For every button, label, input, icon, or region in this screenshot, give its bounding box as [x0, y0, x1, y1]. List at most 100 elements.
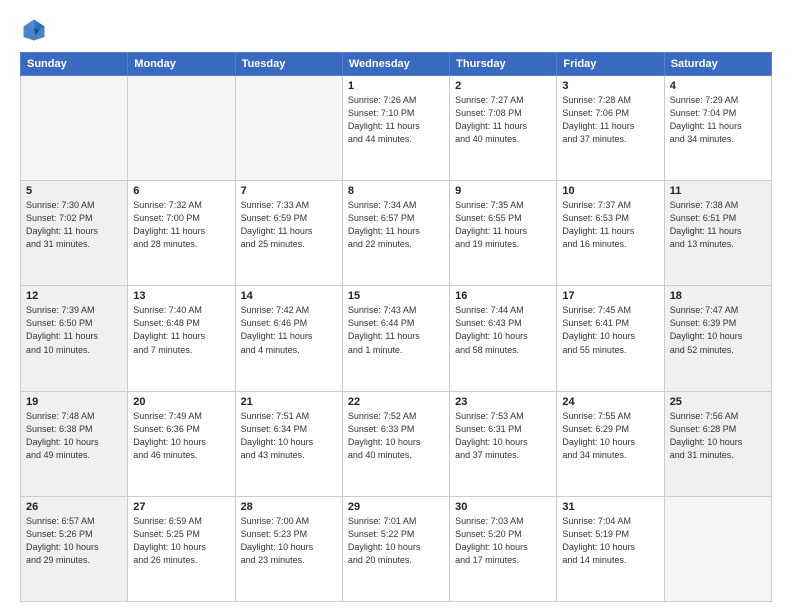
day-number: 2 — [455, 80, 551, 92]
day-info: Sunrise: 7:04 AM Sunset: 5:19 PM Dayligh… — [562, 515, 658, 567]
weekday-header-thursday: Thursday — [450, 53, 557, 76]
calendar-cell: 14 Sunrise: 7:42 AM Sunset: 6:46 PM Dayli… — [235, 286, 342, 391]
logo — [20, 16, 52, 44]
day-info: Sunrise: 7:29 AM Sunset: 7:04 PM Dayligh… — [670, 94, 766, 146]
weekday-header-monday: Monday — [128, 53, 235, 76]
day-info: Sunrise: 7:30 AM Sunset: 7:02 PM Dayligh… — [26, 199, 122, 251]
day-info: Sunrise: 7:39 AM Sunset: 6:50 PM Dayligh… — [26, 304, 122, 356]
day-number: 23 — [455, 396, 551, 408]
calendar-row-2: 12 Sunrise: 7:39 AM Sunset: 6:50 PM Dayli… — [21, 286, 772, 391]
calendar-row-0: 1 Sunrise: 7:26 AM Sunset: 7:10 PM Daylig… — [21, 76, 772, 181]
day-info: Sunrise: 7:40 AM Sunset: 6:48 PM Dayligh… — [133, 304, 229, 356]
day-info: Sunrise: 7:43 AM Sunset: 6:44 PM Dayligh… — [348, 304, 444, 356]
calendar-cell: 20Sunrise: 7:49 AM Sunset: 6:36 PM Dayli… — [128, 391, 235, 496]
weekday-header-saturday: Saturday — [664, 53, 771, 76]
calendar-cell: 12 Sunrise: 7:39 AM Sunset: 6:50 PM Dayli… — [21, 286, 128, 391]
day-number: 19 — [26, 396, 122, 408]
weekday-header-friday: Friday — [557, 53, 664, 76]
calendar-cell: 18 Sunrise: 7:47 AM Sunset: 6:39 PM Dayli… — [664, 286, 771, 391]
day-number: 29 — [348, 501, 444, 513]
day-number: 10 — [562, 185, 658, 197]
calendar-cell: 9 Sunrise: 7:35 AM Sunset: 6:55 PM Daylig… — [450, 181, 557, 286]
calendar-row-3: 19 Sunrise: 7:48 AM Sunset: 6:38 PM Dayli… — [21, 391, 772, 496]
day-number: 16 — [455, 290, 551, 302]
day-info: Sunrise: 7:34 AM Sunset: 6:57 PM Dayligh… — [348, 199, 444, 251]
day-info: Sunrise: 7:51 AM Sunset: 6:34 PM Dayligh… — [241, 410, 337, 462]
calendar-cell: 5 Sunrise: 7:30 AM Sunset: 7:02 PM Daylig… — [21, 181, 128, 286]
calendar-cell: 13 Sunrise: 7:40 AM Sunset: 6:48 PM Dayli… — [128, 286, 235, 391]
day-info: Sunrise: 7:56 AM Sunset: 6:28 PM Dayligh… — [670, 410, 766, 462]
calendar-cell: 29 Sunrise: 7:01 AM Sunset: 5:22 PM Dayli… — [342, 496, 449, 601]
day-number: 12 — [26, 290, 122, 302]
calendar-cell: 27Sunrise: 6:59 AM Sunset: 5:25 PM Dayli… — [128, 496, 235, 601]
calendar-cell: 3 Sunrise: 7:28 AM Sunset: 7:06 PM Daylig… — [557, 76, 664, 181]
day-info: Sunrise: 7:33 AM Sunset: 6:59 PM Dayligh… — [241, 199, 337, 251]
day-number: 13 — [133, 290, 229, 302]
calendar-cell: 19 Sunrise: 7:48 AM Sunset: 6:38 PM Dayli… — [21, 391, 128, 496]
page: SundayMondayTuesdayWednesdayThursdayFrid… — [0, 0, 792, 612]
day-info: Sunrise: 7:28 AM Sunset: 7:06 PM Dayligh… — [562, 94, 658, 146]
day-info: Sunrise: 7:47 AM Sunset: 6:39 PM Dayligh… — [670, 304, 766, 356]
day-info: Sunrise: 7:52 AM Sunset: 6:33 PM Dayligh… — [348, 410, 444, 462]
calendar-cell: 25Sunrise: 7:56 AM Sunset: 6:28 PM Dayli… — [664, 391, 771, 496]
calendar-cell: 31 Sunrise: 7:04 AM Sunset: 5:19 PM Dayli… — [557, 496, 664, 601]
calendar-cell: 11 Sunrise: 7:38 AM Sunset: 6:51 PM Dayli… — [664, 181, 771, 286]
day-number: 30 — [455, 501, 551, 513]
day-number: 11 — [670, 185, 766, 197]
calendar-cell — [128, 76, 235, 181]
day-number: 5 — [26, 185, 122, 197]
day-info: Sunrise: 7:38 AM Sunset: 6:51 PM Dayligh… — [670, 199, 766, 251]
calendar-cell: 4 Sunrise: 7:29 AM Sunset: 7:04 PM Daylig… — [664, 76, 771, 181]
day-info: Sunrise: 7:32 AM Sunset: 7:00 PM Dayligh… — [133, 199, 229, 251]
day-number: 27 — [133, 501, 229, 513]
day-info: Sunrise: 7:26 AM Sunset: 7:10 PM Dayligh… — [348, 94, 444, 146]
day-info: Sunrise: 7:48 AM Sunset: 6:38 PM Dayligh… — [26, 410, 122, 462]
calendar-cell — [664, 496, 771, 601]
calendar-cell: 16 Sunrise: 7:44 AM Sunset: 6:43 PM Dayli… — [450, 286, 557, 391]
calendar-table: SundayMondayTuesdayWednesdayThursdayFrid… — [20, 52, 772, 602]
calendar-cell: 21Sunrise: 7:51 AM Sunset: 6:34 PM Dayli… — [235, 391, 342, 496]
day-number: 14 — [241, 290, 337, 302]
weekday-header-wednesday: Wednesday — [342, 53, 449, 76]
calendar-cell: 2 Sunrise: 7:27 AM Sunset: 7:08 PM Daylig… — [450, 76, 557, 181]
day-info: Sunrise: 7:45 AM Sunset: 6:41 PM Dayligh… — [562, 304, 658, 356]
day-info: Sunrise: 7:27 AM Sunset: 7:08 PM Dayligh… — [455, 94, 551, 146]
day-number: 3 — [562, 80, 658, 92]
day-number: 20 — [133, 396, 229, 408]
calendar-cell: 23 Sunrise: 7:53 AM Sunset: 6:31 PM Dayli… — [450, 391, 557, 496]
day-number: 24 — [562, 396, 658, 408]
weekday-header-row: SundayMondayTuesdayWednesdayThursdayFrid… — [21, 53, 772, 76]
calendar-cell — [235, 76, 342, 181]
day-number: 22 — [348, 396, 444, 408]
calendar-cell: 24Sunrise: 7:55 AM Sunset: 6:29 PM Dayli… — [557, 391, 664, 496]
calendar-cell: 26Sunrise: 6:57 AM Sunset: 5:26 PM Dayli… — [21, 496, 128, 601]
day-number: 4 — [670, 80, 766, 92]
calendar-cell: 7 Sunrise: 7:33 AM Sunset: 6:59 PM Daylig… — [235, 181, 342, 286]
day-number: 6 — [133, 185, 229, 197]
day-number: 15 — [348, 290, 444, 302]
day-info: Sunrise: 7:44 AM Sunset: 6:43 PM Dayligh… — [455, 304, 551, 356]
day-number: 9 — [455, 185, 551, 197]
header — [20, 16, 772, 44]
day-number: 18 — [670, 290, 766, 302]
day-info: Sunrise: 7:42 AM Sunset: 6:46 PM Dayligh… — [241, 304, 337, 356]
logo-icon — [20, 16, 48, 44]
day-number: 28 — [241, 501, 337, 513]
day-number: 1 — [348, 80, 444, 92]
day-number: 26 — [26, 501, 122, 513]
calendar-row-1: 5 Sunrise: 7:30 AM Sunset: 7:02 PM Daylig… — [21, 181, 772, 286]
day-info: Sunrise: 7:00 AM Sunset: 5:23 PM Dayligh… — [241, 515, 337, 567]
calendar-cell: 28 Sunrise: 7:00 AM Sunset: 5:23 PM Dayli… — [235, 496, 342, 601]
day-info: Sunrise: 7:53 AM Sunset: 6:31 PM Dayligh… — [455, 410, 551, 462]
day-info: Sunrise: 7:37 AM Sunset: 6:53 PM Dayligh… — [562, 199, 658, 251]
calendar-cell — [21, 76, 128, 181]
day-info: Sunrise: 7:01 AM Sunset: 5:22 PM Dayligh… — [348, 515, 444, 567]
calendar-cell: 10 Sunrise: 7:37 AM Sunset: 6:53 PM Dayli… — [557, 181, 664, 286]
calendar-cell: 22 Sunrise: 7:52 AM Sunset: 6:33 PM Dayli… — [342, 391, 449, 496]
day-number: 7 — [241, 185, 337, 197]
day-info: Sunrise: 7:03 AM Sunset: 5:20 PM Dayligh… — [455, 515, 551, 567]
calendar-cell: 15 Sunrise: 7:43 AM Sunset: 6:44 PM Dayli… — [342, 286, 449, 391]
day-info: Sunrise: 7:35 AM Sunset: 6:55 PM Dayligh… — [455, 199, 551, 251]
weekday-header-sunday: Sunday — [21, 53, 128, 76]
day-number: 31 — [562, 501, 658, 513]
